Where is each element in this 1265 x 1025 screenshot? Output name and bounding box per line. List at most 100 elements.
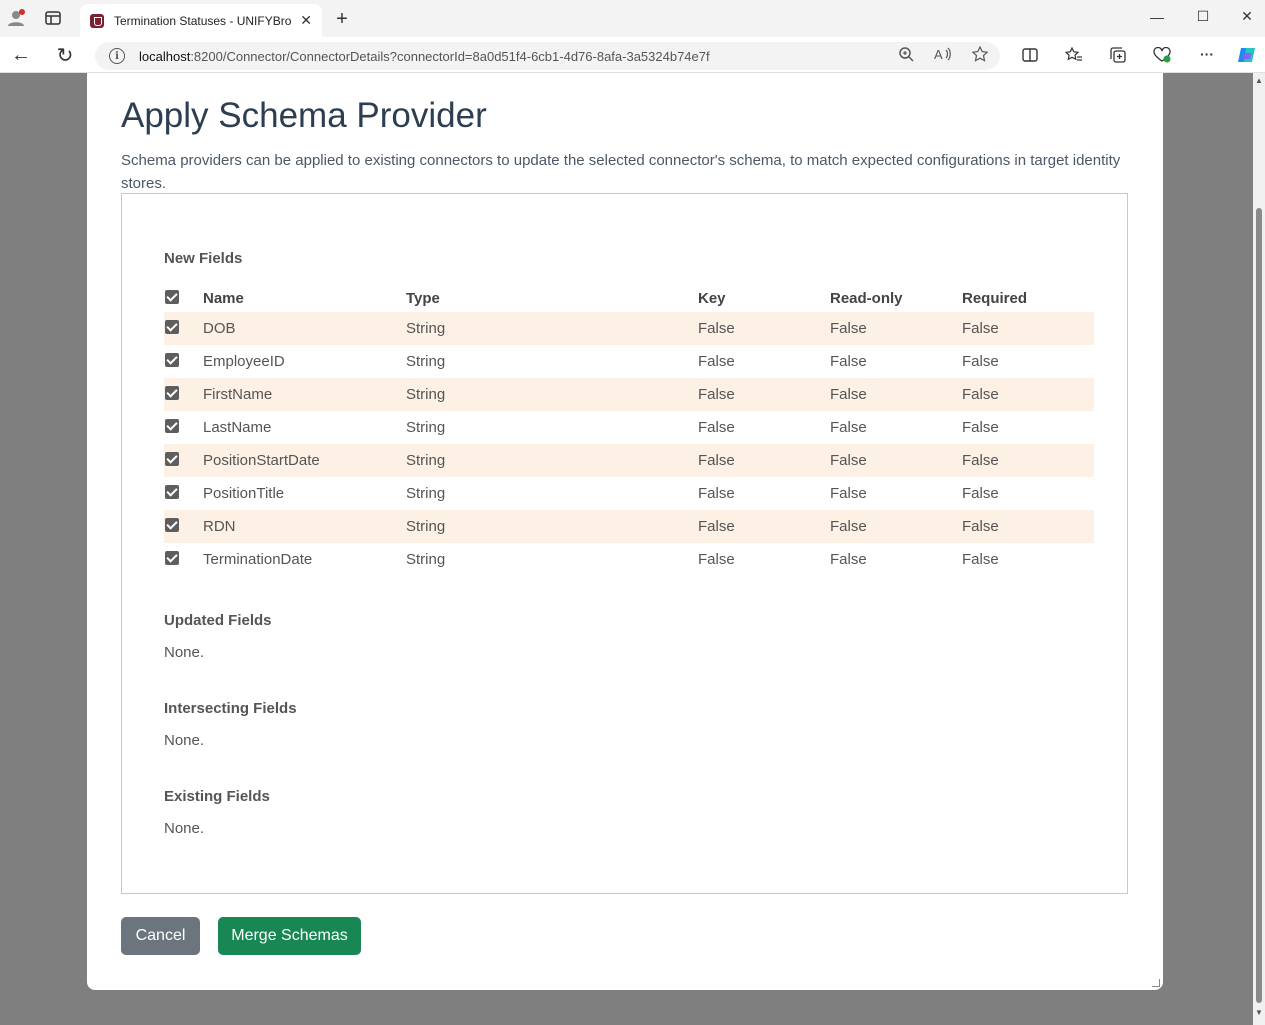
maximize-button[interactable]: ☐ — [1180, 0, 1226, 33]
tab-close-icon[interactable]: ✕ — [300, 12, 312, 29]
table-row: FirstName String False False False — [164, 378, 1094, 411]
column-header-read-only: Read-only — [830, 290, 903, 307]
field-name: PositionStartDate — [203, 444, 406, 477]
row-checkbox-cell — [164, 510, 203, 543]
field-required: False — [962, 378, 1094, 411]
browser-toolbar: ← ↻ i localhost:8200/Connector/Connector… — [0, 37, 1265, 73]
url-path: :8200/Connector/ConnectorDetails?connect… — [190, 48, 710, 64]
field-name: FirstName — [203, 378, 406, 411]
site-info-icon[interactable]: i — [109, 48, 125, 64]
tab-title: Termination Statuses - UNIFYBrok — [114, 13, 292, 28]
field-key: False — [698, 444, 830, 477]
table-row: PositionTitle String False False False — [164, 477, 1094, 510]
minimize-button[interactable]: — — [1134, 0, 1180, 33]
row-checkbox-cell — [164, 477, 203, 510]
table-row: DOB String False False False — [164, 312, 1094, 345]
browser-titlebar: Termination Statuses - UNIFYBrok ✕ + — ☐… — [0, 0, 1265, 37]
field-name: PositionTitle — [203, 485, 285, 502]
scroll-down-icon[interactable]: ▼ — [1255, 1008, 1263, 1017]
field-required: False — [962, 510, 1094, 543]
field-required: False — [962, 551, 999, 568]
browser-tab[interactable]: Termination Statuses - UNIFYBrok ✕ — [80, 4, 322, 37]
merge-schemas-button[interactable]: Merge Schemas — [218, 917, 361, 955]
field-type: String — [406, 419, 446, 436]
row-checkbox[interactable] — [165, 320, 179, 335]
url-text: localhost:8200/Connector/ConnectorDetail… — [139, 49, 710, 64]
favorites-icon[interactable] — [1064, 46, 1084, 64]
field-type: String — [406, 378, 698, 411]
existing-fields-heading: Existing Fields — [164, 788, 270, 805]
row-checkbox[interactable] — [165, 419, 179, 434]
column-header-type: Type — [406, 290, 440, 307]
row-checkbox[interactable] — [165, 386, 179, 401]
field-type: String — [406, 551, 446, 568]
scrollbar-thumb[interactable] — [1256, 208, 1262, 1003]
existing-fields-value: None. — [164, 820, 205, 837]
table-header-row: Name Type Key Read-only Required — [164, 281, 1094, 312]
field-type: String — [406, 510, 698, 543]
field-name: TerminationDate — [203, 551, 313, 568]
refresh-button[interactable]: ↻ — [52, 43, 78, 67]
field-key: False — [698, 551, 735, 568]
column-header-key: Key — [698, 290, 726, 307]
zoom-icon[interactable] — [898, 46, 914, 65]
close-window-button[interactable]: ✕ — [1224, 0, 1265, 33]
field-read-only: False — [830, 510, 962, 543]
select-all-checkbox[interactable] — [165, 290, 179, 305]
favorite-star-icon[interactable] — [971, 45, 989, 65]
page-scrollbar[interactable]: ▲ ▼ — [1253, 73, 1265, 1025]
modal-description: Schema providers can be applied to exist… — [121, 152, 1121, 192]
more-options-icon[interactable]: ··· — [1196, 44, 1218, 64]
row-checkbox[interactable] — [165, 452, 179, 467]
field-read-only: False — [830, 551, 867, 568]
field-required: False — [962, 419, 999, 436]
row-checkbox[interactable] — [165, 485, 179, 500]
field-key: False — [698, 419, 735, 436]
field-key: False — [698, 378, 830, 411]
address-bar-actions: A — [898, 45, 989, 65]
row-checkbox[interactable] — [165, 518, 179, 533]
table-row: TerminationDate String False False False — [164, 543, 1094, 576]
field-read-only: False — [830, 312, 962, 345]
cancel-button[interactable]: Cancel — [121, 917, 200, 955]
row-checkbox-cell — [164, 312, 203, 345]
resize-handle[interactable] — [1152, 979, 1160, 987]
new-fields-heading: New Fields — [164, 250, 243, 267]
column-header-required: Required — [962, 290, 1028, 307]
address-bar[interactable]: i localhost:8200/Connector/ConnectorDeta… — [95, 42, 1000, 70]
row-checkbox-cell — [164, 444, 203, 477]
field-name: LastName — [203, 419, 272, 436]
url-host: localhost — [139, 48, 191, 64]
intersecting-fields-value: None. — [164, 732, 205, 749]
read-aloud-icon[interactable]: A — [934, 46, 952, 65]
field-required: False — [962, 353, 999, 370]
field-name: RDN — [203, 510, 406, 543]
updated-fields-heading: Updated Fields — [164, 612, 272, 629]
scroll-up-icon[interactable]: ▲ — [1255, 76, 1263, 85]
field-required: False — [962, 312, 1094, 345]
column-header-name: Name — [203, 290, 244, 307]
copilot-icon[interactable] — [1236, 44, 1258, 66]
split-screen-icon[interactable] — [1020, 46, 1040, 64]
profile-icon[interactable] — [6, 8, 26, 28]
field-key: False — [698, 353, 735, 370]
intersecting-fields-heading: Intersecting Fields — [164, 700, 297, 717]
row-checkbox-cell — [164, 378, 203, 411]
tab-actions-icon[interactable] — [44, 9, 62, 27]
modal-title: Apply Schema Provider — [121, 96, 487, 135]
updated-fields-value: None. — [164, 644, 205, 661]
field-name: EmployeeID — [203, 353, 285, 370]
back-button[interactable]: ← — [8, 43, 34, 67]
apply-schema-modal: Apply Schema Provider Schema providers c… — [87, 73, 1163, 990]
browser-essentials-icon[interactable] — [1152, 46, 1172, 64]
row-checkbox-cell — [164, 345, 203, 378]
row-checkbox[interactable] — [165, 551, 179, 566]
table-row: LastName String False False False — [164, 411, 1094, 444]
new-tab-button[interactable]: + — [330, 7, 354, 31]
table-row: RDN String False False False — [164, 510, 1094, 543]
collections-icon[interactable] — [1108, 46, 1128, 64]
field-read-only: False — [830, 485, 867, 502]
field-read-only: False — [830, 444, 962, 477]
row-checkbox[interactable] — [165, 353, 179, 368]
table-row: PositionStartDate String False False Fal… — [164, 444, 1094, 477]
